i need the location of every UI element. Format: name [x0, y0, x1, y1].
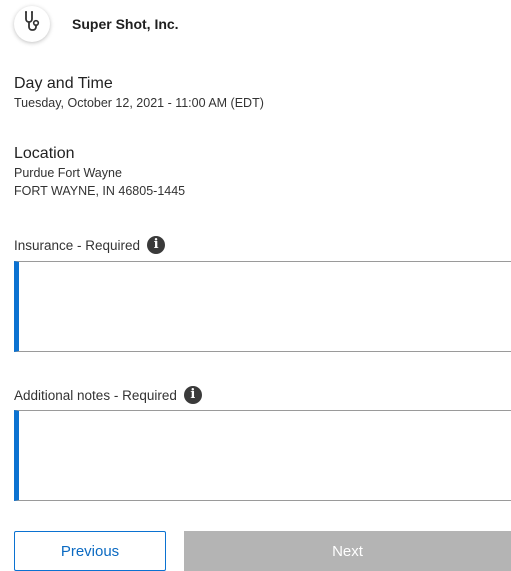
additional-notes-field[interactable]: [14, 410, 511, 501]
insurance-label: Insurance - Required i: [14, 236, 166, 254]
insurance-field[interactable]: [14, 261, 511, 352]
day-time-value: Tuesday, October 12, 2021 - 11:00 AM (ED…: [14, 96, 264, 110]
day-time-title: Day and Time: [14, 75, 113, 92]
insurance-info-icon[interactable]: i: [147, 236, 166, 254]
notes-info-icon[interactable]: i: [183, 386, 202, 404]
header: Super Shot, Inc.: [14, 6, 179, 42]
notes-label: Additional notes - Required i: [14, 386, 202, 404]
previous-button[interactable]: Previous: [14, 531, 166, 571]
company-name: Super Shot, Inc.: [72, 16, 179, 32]
location-name: Purdue Fort Wayne: [14, 166, 122, 180]
location-address: FORT WAYNE, IN 46805-1445: [14, 184, 186, 198]
notes-label-text: Additional notes - Required: [14, 387, 177, 403]
stethoscope-icon: [21, 10, 43, 39]
next-button[interactable]: Next: [184, 531, 511, 571]
insurance-label-text: Insurance - Required: [14, 237, 141, 253]
location-title: Location: [14, 145, 75, 162]
company-logo: [14, 6, 50, 42]
